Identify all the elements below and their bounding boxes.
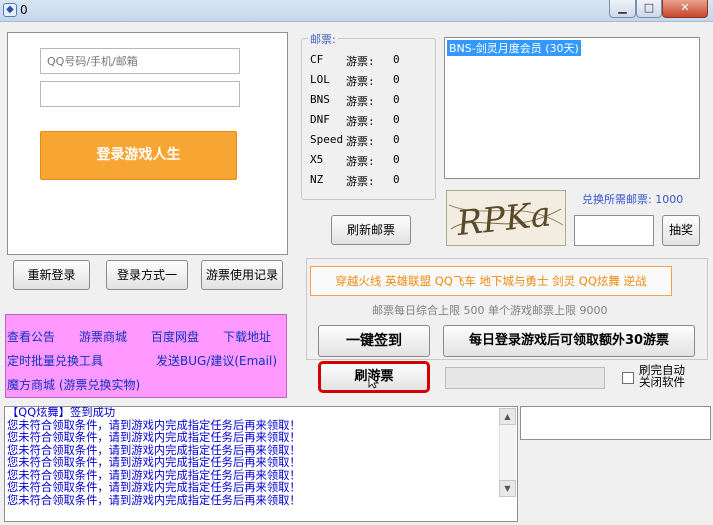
log-area[interactable]: 【QQ炫舞】签到成功 您未符合领取条件，请到游戏内完成指定任务后再来领取！ 您未… — [4, 406, 518, 522]
ticket-game: Speed — [310, 133, 344, 146]
sign-in-button[interactable]: 一键签到 — [318, 325, 430, 357]
ticket-value: 0 — [393, 73, 400, 86]
app-icon: ◆ — [3, 3, 17, 17]
ticket-value: 0 — [393, 53, 400, 66]
magic-store-link[interactable]: 魔方商城 (游票兑换实物) — [7, 376, 140, 393]
login-panel: 登录游戏人生 — [7, 32, 288, 255]
ticket-row-nz: NZ 游票: 0 — [310, 173, 420, 189]
ticket-game: LOL — [310, 73, 330, 86]
daily-limit-value: 500 — [463, 304, 485, 317]
exchange-cost-label: 兑换所需邮票: 1000 — [582, 191, 683, 207]
ticket-game: BNS — [310, 93, 330, 106]
ticket-label: 游票: — [346, 55, 375, 68]
ticket-value: 0 — [393, 113, 400, 126]
title-bar — [0, 0, 713, 22]
captcha-image: RPKa — [448, 194, 564, 244]
log-line: 您未符合领取条件，请到游戏内完成指定任务后再来领取！ — [7, 431, 301, 444]
ticket-store-link[interactable]: 游票商城 — [79, 328, 127, 345]
daily-extra-button[interactable]: 每日登录游戏后可领取额外30游票 — [443, 325, 695, 357]
ticket-game: CF — [310, 53, 324, 66]
captcha-text: RPKa — [454, 194, 553, 244]
password-input[interactable] — [40, 81, 240, 107]
log-line: 您未符合领取条件，请到游戏内完成指定任务后再来领取！ — [7, 481, 301, 494]
ticket-label: 游票: — [346, 175, 375, 188]
list-item-selected[interactable]: BNS-剑灵月度会员 (30天) — [447, 40, 581, 56]
account-input[interactable] — [40, 48, 240, 74]
single-limit-label: 单个游戏邮票上限 — [488, 304, 576, 317]
maximize-button[interactable]: □ — [636, 0, 662, 18]
login-button[interactable]: 登录游戏人生 — [40, 131, 237, 180]
side-panel — [520, 406, 711, 440]
ticket-label: 游票: — [346, 95, 375, 108]
download-link[interactable]: 下载地址 — [223, 328, 271, 345]
limit-text: 邮票每日综合上限 500 单个游戏邮票上限 9000 — [372, 302, 608, 318]
game-tags: 穿越火线 英雄联盟 QQ飞车 地下城与勇士 剑灵 QQ炫舞 逆战 — [310, 266, 672, 296]
ticket-value: 0 — [393, 173, 400, 186]
send-bug-link[interactable]: 发送BUG/建议(Email) — [156, 352, 277, 369]
log-line: 您未符合领取条件，请到游戏内完成指定任务后再来领取！ — [7, 456, 301, 469]
ticket-label: 游票: — [346, 115, 375, 128]
announcement-link[interactable]: 查看公告 — [7, 328, 55, 345]
ticket-row-x5: X5 游票: 0 — [310, 153, 420, 169]
captcha-input[interactable] — [574, 215, 654, 246]
exchange-cost-value: 1000 — [655, 193, 684, 206]
ticket-game: NZ — [310, 173, 324, 186]
ticket-group-title: 邮票: — [308, 31, 338, 47]
ticket-label: 游票: — [346, 135, 375, 148]
log-scrollbar[interactable] — [499, 425, 516, 480]
minimize-button[interactable]: ▁ — [609, 0, 636, 18]
exchange-cost-text: 兑换所需邮票: — [582, 193, 652, 206]
ticket-game: DNF — [310, 113, 330, 126]
auto-close-label: 刷完自动 关闭软件 — [639, 364, 699, 388]
auto-close-line2: 关闭软件 — [639, 375, 685, 389]
ticket-value: 0 — [393, 93, 400, 106]
captcha-image[interactable]: RPKa — [446, 190, 566, 246]
ticket-game: X5 — [310, 153, 324, 166]
relogin-button[interactable]: 重新登录 — [13, 260, 90, 290]
login-mode-button[interactable]: 登录方式一 — [106, 260, 188, 290]
links-panel: 查看公告 游票商城 百度网盘 下载地址 定时批量兑换工具 发送BUG/建议(Em… — [5, 314, 287, 398]
item-list[interactable]: BNS-剑灵月度会员 (30天) — [444, 37, 700, 179]
log-line: 您未符合领取条件，请到游戏内完成指定任务后再来领取！ — [7, 493, 301, 507]
ticket-label: 游票: — [346, 155, 375, 168]
mouse-cursor-icon — [368, 375, 380, 389]
ticket-row-lol: LOL 游票: 0 — [310, 73, 420, 89]
ticket-log-button[interactable]: 游票使用记录 — [201, 260, 283, 290]
ticket-value: 0 — [393, 153, 400, 166]
baidu-pan-link[interactable]: 百度网盘 — [151, 328, 199, 345]
window-title: 0 — [20, 3, 28, 17]
refresh-ticket-button[interactable]: 刷新邮票 — [331, 215, 411, 245]
progress-bar — [445, 367, 605, 389]
ticket-value: 0 — [393, 133, 400, 146]
daily-limit-label: 邮票每日综合上限 — [372, 304, 460, 317]
batch-exchange-link[interactable]: 定时批量兑换工具 — [7, 352, 103, 369]
single-limit-value: 9000 — [579, 304, 608, 317]
close-button[interactable]: ✕ — [662, 0, 708, 18]
lottery-button[interactable]: 抽奖 — [662, 215, 700, 246]
ticket-row-speed: Speed 游票: 0 — [310, 133, 420, 149]
ticket-row-bns: BNS 游票: 0 — [310, 93, 420, 109]
auto-close-checkbox[interactable] — [622, 372, 634, 384]
ticket-label: 游票: — [346, 75, 375, 88]
log-line: 【QQ炫舞】签到成功 — [7, 406, 116, 419]
scroll-down-icon[interactable]: ▼ — [499, 480, 516, 497]
scroll-up-icon[interactable]: ▲ — [499, 408, 516, 425]
ticket-row-cf: CF 游票: 0 — [310, 53, 420, 69]
ticket-row-dnf: DNF 游票: 0 — [310, 113, 420, 129]
